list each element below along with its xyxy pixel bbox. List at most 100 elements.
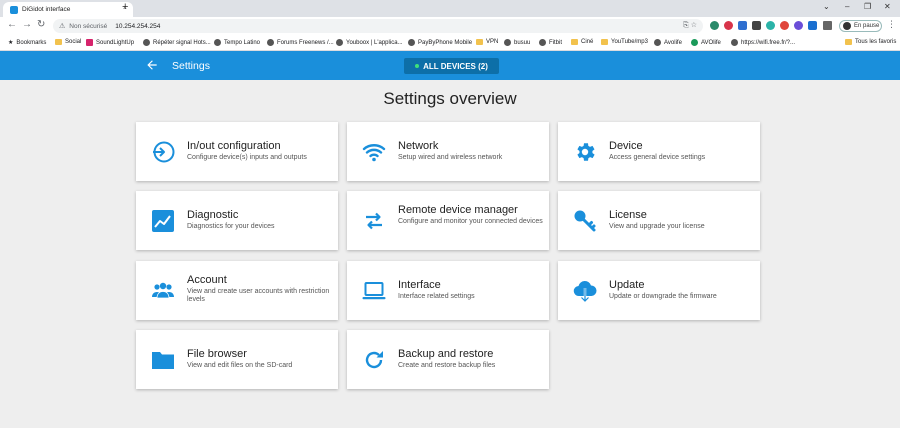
globe-icon [336,39,343,46]
puzzle-icon[interactable] [823,21,832,30]
bookmark-label: Forums Freenews /... [277,39,334,46]
card-title: License [609,209,647,221]
site-icon [691,39,698,46]
cloud-download-icon [573,281,597,303]
bookmark-label: SoundLightUp [96,39,135,46]
forward-nav-icon[interactable]: → [22,19,32,30]
site-icon [86,39,93,46]
bookmark-item[interactable]: Ciné [571,39,593,45]
card-title: Backup and restore [398,348,494,360]
card-description: Create and restore backup files [398,362,496,369]
laptop-icon [362,282,386,300]
bookmark-item[interactable]: Forums Freenews /... [267,39,334,46]
bookmark-item[interactable]: Fitbit [539,39,562,46]
login-icon [153,141,175,163]
all-devices-button[interactable]: ALL DEVICES (2) [404,58,499,74]
back-nav-icon[interactable]: ← [7,19,17,30]
bookmark-item[interactable]: Tempo Latino [214,39,260,46]
restore-button[interactable]: ❐ [864,2,871,11]
bookmarks-bar: ★ Bookmarks Social SoundLightUp Répéter s… [0,35,900,51]
new-tab-button[interactable]: + [122,1,128,13]
folder-icon [601,39,608,45]
bookmark-item[interactable]: busuu [504,39,530,46]
bookmark-label: Tempo Latino [224,39,261,46]
extension-icon[interactable] [766,21,775,30]
chart-icon [152,210,174,232]
globe-icon [731,39,738,46]
browser-tab[interactable]: DiGidot interface × [3,2,133,17]
bookmark-item[interactable]: PayByPhone Mobile [408,39,472,46]
bookmark-item[interactable]: Répéter signal Hots... [143,39,211,46]
bookmark-item[interactable]: AVOlife [691,39,721,46]
tab-search-icon[interactable]: ⌄ [823,2,830,11]
address-bar[interactable]: ⚠ Non sécurisé 10.254.254.254 ⎘ ☆ [53,19,703,33]
card-account[interactable]: Account View and create user accounts wi… [136,261,338,320]
extension-icon[interactable] [724,21,733,30]
bookmark-item[interactable]: https://wifi.free.fr/?... [731,39,795,46]
settings-overview-title: Settings overview [383,89,517,108]
close-window-button[interactable]: ✕ [884,2,891,11]
card-network[interactable]: Network Setup wired and wireless network [347,122,549,181]
globe-icon [143,39,150,46]
profile-button[interactable]: En pause [839,20,882,32]
globe-icon [504,39,511,46]
card-inout-configuration[interactable]: In/out configuration Configure device(s)… [136,122,338,181]
bookmark-item[interactable]: ★ Bookmarks [8,39,46,47]
card-description: Update or downgrade the firmware [609,293,717,300]
card-title: Update [609,279,645,291]
card-remote-device-manager[interactable]: Remote device manager Configure and moni… [347,191,549,250]
card-title: Diagnostic [187,209,239,221]
app-header: Settings ALL DEVICES (2) [0,51,900,80]
bookmark-label: VPN [486,39,499,45]
card-device[interactable]: Device Access general device settings [558,122,760,181]
card-description: View and create user accounts with restr… [187,288,330,303]
folder-icon [55,39,62,45]
tab-title: DiGidot interface [22,6,71,13]
globe-icon [654,39,661,46]
card-description: Diagnostics for your devices [187,223,275,230]
card-title: In/out configuration [187,140,281,152]
status-dot-icon [415,64,420,68]
bookmark-item[interactable]: Youboox | L'applica... [336,39,403,46]
bookmark-label: YouTube/mp3 [611,39,648,45]
browser-menu-icon[interactable]: ⋮ [887,19,896,30]
bookmark-item[interactable]: SoundLightUp [86,39,134,46]
extension-icon[interactable] [752,21,761,30]
extension-icon[interactable] [808,21,817,30]
globe-icon [539,39,546,46]
browser-toolbar: ← → ↻ ⚠ Non sécurisé 10.254.254.254 ⎘ ☆ [0,17,900,35]
bookmark-star-icon[interactable]: ⎘ ☆ [683,21,697,30]
bookmark-item[interactable]: Tous les favoris [845,39,896,45]
card-license[interactable]: License View and upgrade your license [558,191,760,250]
card-title: Account [187,274,227,286]
bookmark-label: Répéter signal Hots... [153,39,211,46]
back-arrow-icon[interactable] [145,58,159,72]
key-icon [574,210,596,232]
minimize-button[interactable]: – [845,2,849,11]
bookmark-item[interactable]: VPN [476,39,498,45]
bookmark-item[interactable]: Avolife [654,39,682,46]
card-interface[interactable]: Interface Interface related settings [347,261,549,320]
reload-icon[interactable]: ↻ [37,19,45,30]
extension-icon[interactable] [780,21,789,30]
card-title: Network [398,140,439,152]
card-title: File browser [187,348,247,360]
profile-label: En pause [854,23,880,29]
card-update[interactable]: Update Update or downgrade the firmware [558,261,760,320]
extension-icon[interactable] [710,21,719,30]
extension-icon[interactable] [794,21,803,30]
globe-icon [214,39,221,46]
card-diagnostic[interactable]: Diagnostic Diagnostics for your devices [136,191,338,250]
folder-icon [571,39,578,45]
card-description: Setup wired and wireless network [398,154,503,161]
bookmark-item[interactable]: YouTube/mp3 [601,39,648,45]
page-title: Settings [172,60,210,72]
card-backup-and-restore[interactable]: Backup and restore Create and restore ba… [347,330,549,389]
extension-icon[interactable] [738,21,747,30]
bookmark-label: AVOlife [701,39,721,46]
card-description: Configure device(s) inputs and outputs [187,154,307,161]
bookmark-item[interactable]: Social [55,39,81,45]
card-file-browser[interactable]: File browser View and edit files on the … [136,330,338,389]
bookmark-label: busuu [514,39,531,46]
card-description: View and upgrade your license [609,223,705,230]
